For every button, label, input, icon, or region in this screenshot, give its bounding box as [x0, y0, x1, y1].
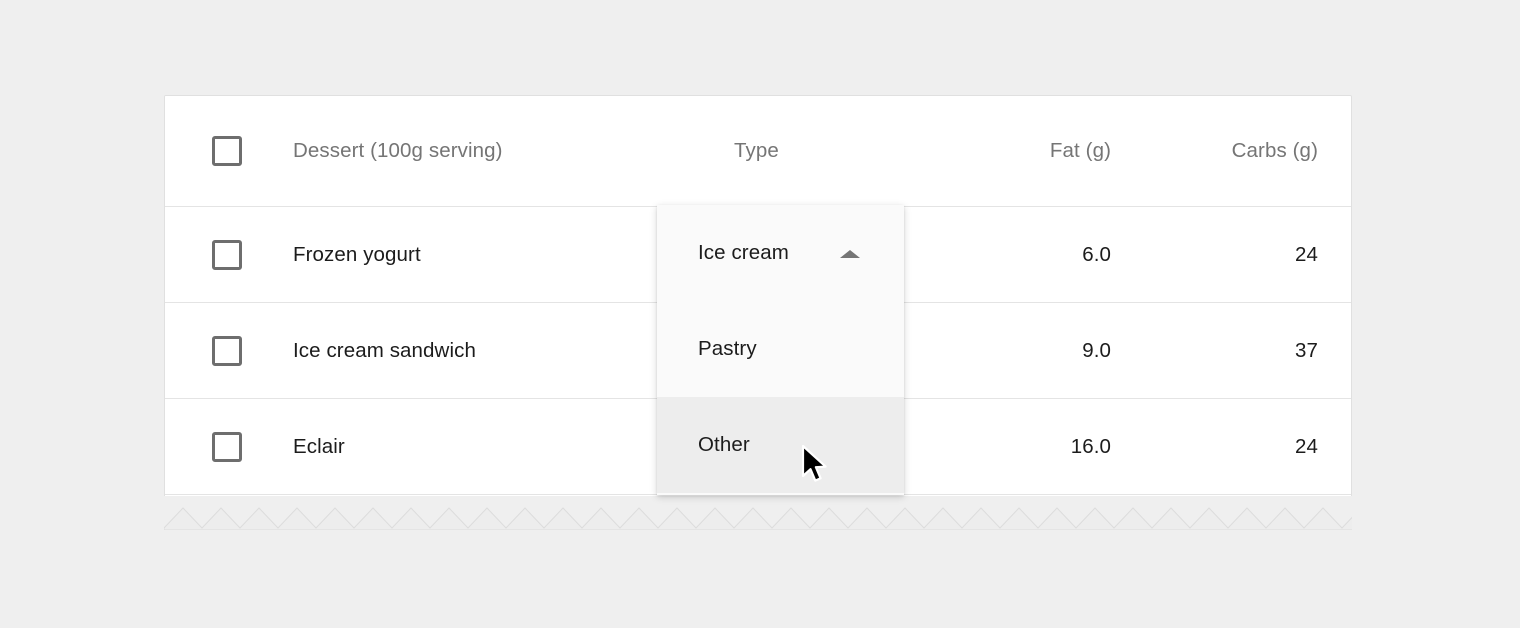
cell-text-carbs: 37	[1294, 338, 1318, 362]
column-header-fat: Fat (g)	[1049, 139, 1111, 162]
row-cell-fat: 16.0	[938, 435, 1146, 459]
row-cell-dessert: Ice cream sandwich	[293, 339, 698, 363]
table-header-row: Dessert (100g serving) Type Fat (g) Carb…	[165, 96, 1351, 207]
column-header-type: Type	[734, 139, 779, 162]
select-option-label: Ice cream	[698, 241, 789, 264]
row-select-cell	[165, 431, 293, 462]
column-header-dessert: Dessert (100g serving)	[293, 139, 503, 162]
cell-text-dessert: Frozen yogurt	[293, 242, 421, 266]
caret-up-icon[interactable]	[840, 250, 860, 258]
row-cell-fat: 9.0	[938, 339, 1146, 363]
header-select-all-cell	[165, 136, 293, 166]
row-cell-dessert: Frozen yogurt	[293, 243, 698, 267]
row-checkbox[interactable]	[212, 431, 242, 462]
row-checkbox[interactable]	[212, 239, 242, 270]
cell-text-carbs: 24	[1294, 434, 1318, 458]
select-all-checkbox[interactable]	[212, 136, 242, 166]
cell-text-carbs: 24	[1294, 242, 1318, 266]
row-select-cell	[165, 335, 293, 366]
select-option-label: Pastry	[698, 337, 757, 360]
row-cell-dessert: Eclair	[293, 435, 698, 459]
cell-text-fat: 6.0	[1082, 242, 1111, 266]
zigzag-torn-edge	[164, 496, 1352, 530]
header-cell-type[interactable]: Type	[698, 139, 938, 163]
row-select-cell	[165, 239, 293, 270]
row-cell-carbs: 24	[1146, 434, 1351, 459]
cell-text-fat: 16.0	[1070, 434, 1111, 458]
select-option-pastry[interactable]: Pastry	[657, 301, 904, 397]
header-cell-carbs[interactable]: Carbs (g)	[1146, 139, 1351, 163]
select-option-label: Other	[698, 433, 750, 456]
type-select-dropdown[interactable]: Ice cream Pastry Other	[657, 205, 904, 495]
row-cell-fat: 6.0	[938, 243, 1146, 267]
header-cell-dessert[interactable]: Dessert (100g serving)	[293, 139, 698, 163]
row-cell-carbs: 24	[1146, 242, 1351, 267]
select-option-ice-cream[interactable]: Ice cream	[657, 205, 904, 301]
row-cell-carbs: 37	[1146, 338, 1351, 363]
zigzag-torn-edge-icon	[164, 507, 1352, 530]
cell-text-dessert: Eclair	[293, 434, 345, 458]
select-option-other[interactable]: Other	[657, 397, 904, 493]
cell-text-dessert: Ice cream sandwich	[293, 338, 476, 362]
cell-text-fat: 9.0	[1082, 338, 1111, 362]
row-checkbox[interactable]	[212, 335, 242, 366]
header-cell-fat[interactable]: Fat (g)	[938, 139, 1146, 163]
column-header-carbs: Carbs (g)	[1231, 139, 1318, 162]
